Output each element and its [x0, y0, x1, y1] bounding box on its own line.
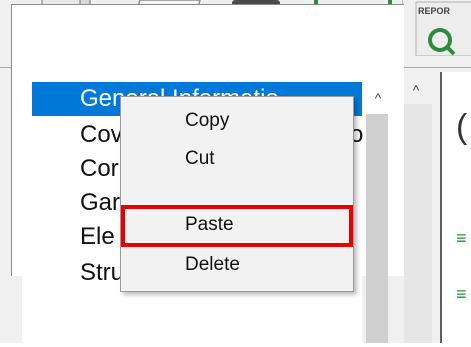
chevron-up-icon: ^ [412, 82, 420, 98]
context-menu: Copy Cut Paste Delete [120, 96, 354, 292]
right-panel-item-icon[interactable]: ≡ [456, 284, 467, 305]
paste-highlight-box [121, 205, 353, 247]
tree-item-gar[interactable]: Gar [32, 186, 120, 220]
outer-scroll-up-button[interactable]: ^ [404, 80, 428, 102]
menu-item-delete[interactable]: Delete [123, 247, 351, 283]
menu-item-copy[interactable]: Copy [123, 103, 351, 139]
inner-scrollbar-track[interactable] [366, 114, 388, 343]
inner-scroll-up-button[interactable]: ^ [366, 88, 390, 110]
menu-item-cut[interactable]: Cut [123, 141, 351, 177]
right-panel-glyph: ( [456, 108, 468, 146]
outer-scrollbar-track[interactable] [404, 104, 432, 343]
right-panel-item-icon[interactable]: ≡ [456, 228, 467, 249]
tree-item-ele[interactable]: Ele [32, 220, 115, 254]
report-label: REPOR [418, 6, 451, 16]
tree-item-cor[interactable]: Cor [32, 152, 119, 186]
chevron-up-icon: ^ [374, 90, 382, 106]
tree-item-cover[interactable]: Cov [32, 118, 123, 152]
